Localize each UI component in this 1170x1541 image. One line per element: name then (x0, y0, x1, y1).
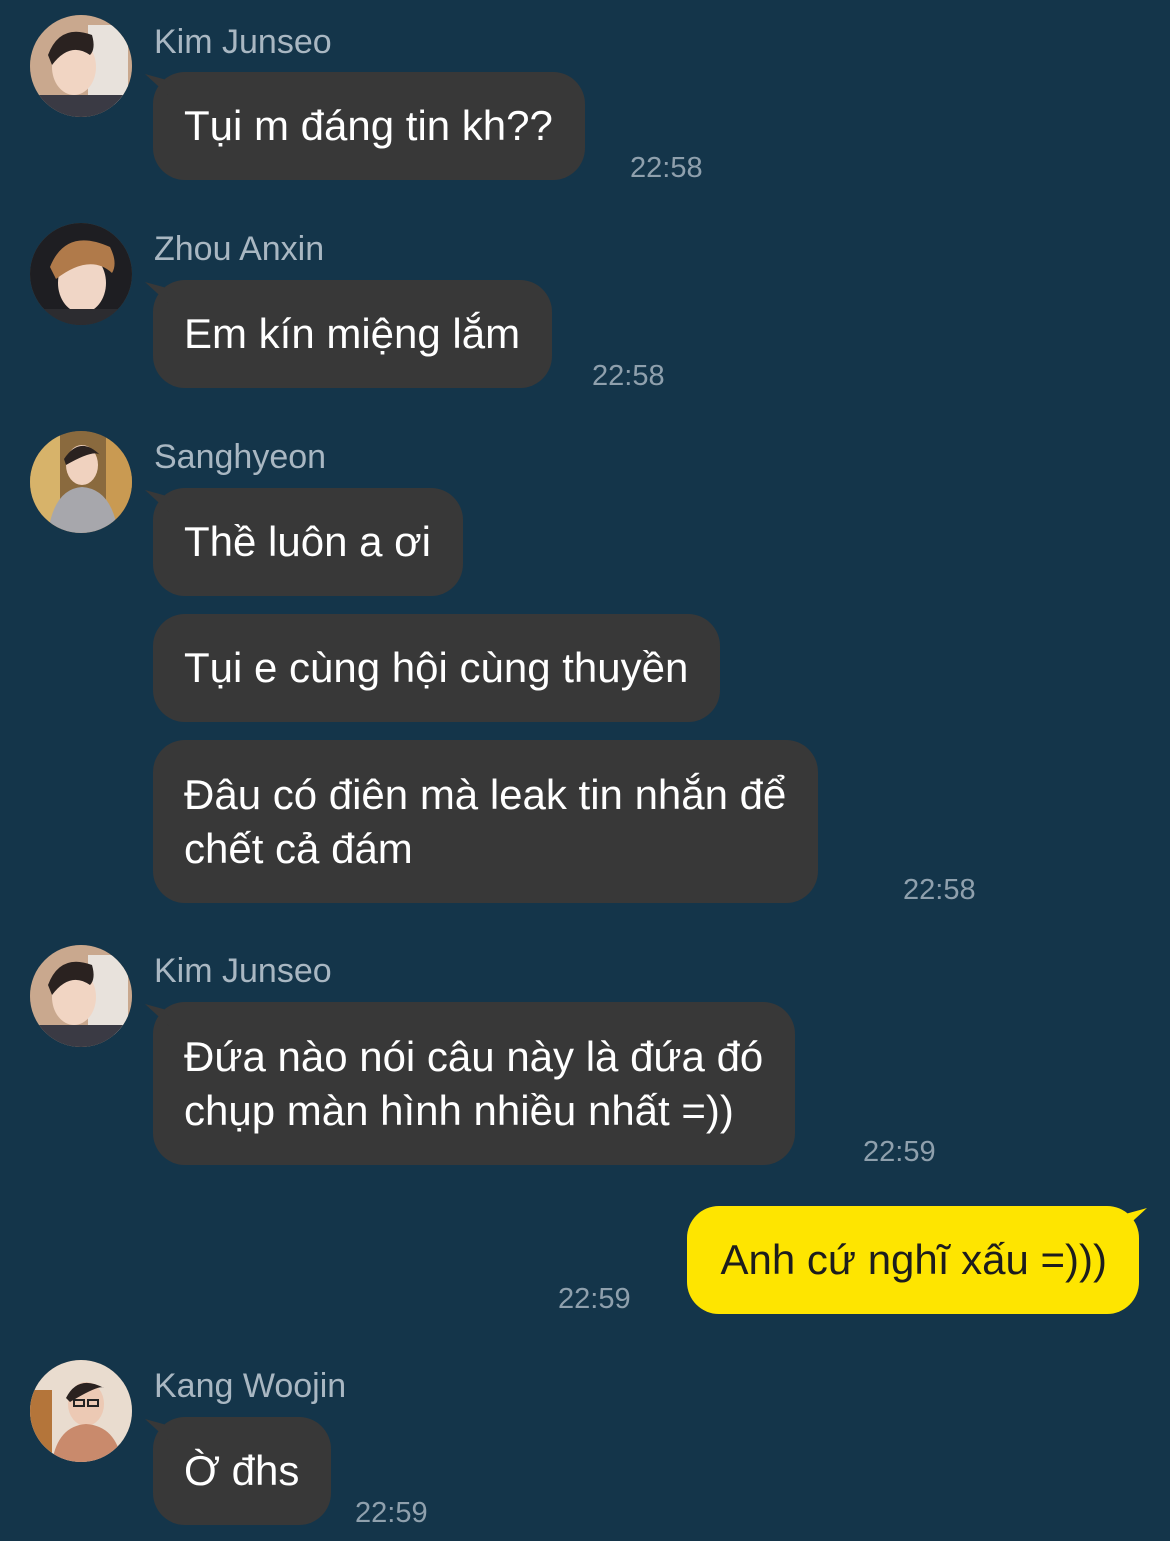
message-timestamp: 22:59 (863, 1136, 936, 1168)
avatar-kim-junseo[interactable] (30, 15, 132, 117)
message-bubble[interactable]: Tụi e cùng hội cùng thuyền (153, 614, 721, 722)
sender-name: Kim Junseo (154, 952, 332, 990)
profile-photo-icon (30, 1360, 132, 1462)
message-timestamp: 22:58 (630, 152, 703, 184)
chat-log[interactable]: Kim Junseo Tụi m đáng tin kh?? 22:58 Zho… (0, 0, 1170, 1541)
avatar-kang-woojin[interactable] (30, 1360, 132, 1462)
message-line: Đứa nào nói câu này là đứa đó (184, 1033, 764, 1080)
message-line: Đâu có điên mà leak tin nhắn để (184, 771, 787, 818)
avatar-kim-junseo[interactable] (30, 945, 132, 1047)
sender-name: Zhou Anxin (154, 230, 325, 268)
avatar-zhou-anxin[interactable] (30, 223, 132, 325)
profile-photo-icon (30, 223, 132, 325)
sender-name: Sanghyeon (154, 438, 327, 476)
message-bubble-multiline[interactable]: Đâu có điên mà leak tin nhắn để chết cả … (153, 740, 819, 903)
message-timestamp: 22:58 (903, 874, 976, 906)
message-bubble[interactable]: Thề luôn a ơi (153, 488, 464, 596)
message-bubble[interactable]: Em kín miệng lắm (153, 280, 553, 388)
message-timestamp: 22:58 (592, 360, 665, 392)
message-bubble[interactable]: Tụi m đáng tin kh?? (153, 72, 585, 180)
avatar-sanghyeon[interactable] (30, 431, 132, 533)
profile-photo-icon (30, 945, 132, 1047)
message-line: chết cả đám (184, 825, 413, 872)
message-line: chụp màn hình nhiều nhất =)) (184, 1087, 734, 1134)
sender-name: Kim Junseo (154, 23, 332, 61)
sender-name: Kang Woojin (154, 1367, 347, 1405)
outgoing-message-bubble[interactable]: Anh cứ nghĩ xấu =))) (686, 1206, 1139, 1314)
profile-photo-icon (30, 431, 132, 533)
message-bubble[interactable]: Ờ đhs (153, 1417, 332, 1525)
message-timestamp: 22:59 (355, 1497, 428, 1529)
message-timestamp: 22:59 (558, 1283, 631, 1315)
message-bubble-multiline[interactable]: Đứa nào nói câu này là đứa đó chụp màn h… (153, 1002, 796, 1165)
profile-photo-icon (30, 15, 132, 117)
